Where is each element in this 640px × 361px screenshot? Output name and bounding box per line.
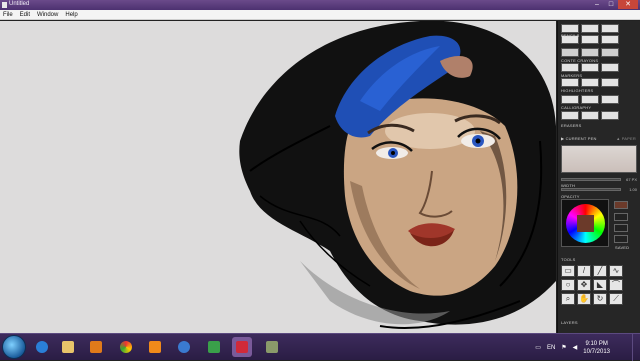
layers-label: LAYERS	[561, 320, 578, 325]
pencil-brush-2[interactable]	[581, 24, 599, 33]
width-slider[interactable]	[561, 178, 621, 181]
marker-brush-1[interactable]	[561, 63, 579, 72]
marker-brush-2[interactable]	[581, 63, 599, 72]
speaker-icon[interactable]: ◀	[573, 344, 578, 351]
maximize-button[interactable]: □	[604, 0, 618, 9]
saved-color-2[interactable]	[614, 213, 628, 221]
current-pen-tab[interactable]: ▶ CURRENT PEN	[561, 136, 597, 141]
app-icon	[2, 2, 7, 8]
tools-panel: PENCILS CONTE CRAYONS MARKERS HIGHLIGHTE…	[557, 21, 640, 333]
window-controls: – □ ✕	[590, 0, 638, 9]
pen-tool-icon[interactable]: /	[577, 265, 591, 277]
saved-color-3[interactable]	[614, 224, 628, 232]
portrait-painting	[239, 21, 556, 329]
close-button[interactable]: ✕	[618, 0, 638, 9]
vlc-icon[interactable]	[145, 337, 165, 357]
pencil-brush-1[interactable]	[561, 24, 579, 33]
conte-brush-2[interactable]	[581, 48, 599, 57]
title-bar: Untitled – □ ✕	[0, 0, 640, 10]
bucket-tool-icon[interactable]: ◣	[593, 279, 607, 291]
taskbar: ▭ EN ⚑ ◀ 9:10 PM 10/7/2013	[0, 333, 640, 361]
saved-color-4[interactable]	[614, 235, 628, 243]
calligraphy-brush-2[interactable]	[581, 95, 599, 104]
erasers-label: ERASERS	[561, 123, 582, 128]
move-tool-icon[interactable]: ✥	[577, 279, 591, 291]
paint-app-icon[interactable]	[262, 337, 282, 357]
color-picker[interactable]	[561, 199, 609, 247]
sketch-app-icon[interactable]	[232, 337, 252, 357]
pencils-label: PENCILS	[561, 33, 580, 38]
eyedropper-tool-icon[interactable]: ⟋	[609, 293, 623, 305]
opacity-slider[interactable]	[561, 188, 621, 191]
calligraphy-brush-1[interactable]	[561, 95, 579, 104]
pencil-brush-6[interactable]	[601, 35, 619, 44]
select-tool-icon[interactable]: ▭	[561, 265, 575, 277]
eraser-brush-2[interactable]	[581, 111, 599, 120]
eraser-brushes	[561, 111, 619, 120]
hand-tool-icon[interactable]: ✋	[577, 293, 591, 305]
explorer-icon[interactable]	[58, 337, 78, 357]
clock-time: 9:10 PM	[585, 340, 608, 347]
system-tray: ▭ EN ⚑ ◀ 9:10 PM 10/7/2013	[535, 334, 610, 361]
calligraphy-brush-3[interactable]	[601, 95, 619, 104]
clock[interactable]: 9:10 PM 10/7/2013	[583, 340, 610, 356]
menu-bar: File Edit Window Help	[0, 10, 640, 20]
show-desktop-button[interactable]	[632, 334, 640, 361]
conte-brushes	[561, 48, 619, 57]
menu-help[interactable]: Help	[62, 10, 81, 19]
eraser-brush-3[interactable]	[601, 111, 619, 120]
saved-color-1[interactable]	[614, 201, 628, 209]
zoom-tool-icon[interactable]: ⌕	[561, 293, 575, 305]
media-player-icon[interactable]	[86, 337, 106, 357]
highlighter-brushes	[561, 78, 619, 87]
color-wheel[interactable]	[566, 204, 605, 243]
opacity-value: 1.00	[629, 187, 637, 192]
smudge-tool-icon[interactable]: ∿	[609, 265, 623, 277]
flag-icon[interactable]: ⚑	[561, 344, 566, 351]
window-title: Untitled	[9, 1, 30, 7]
menu-edit[interactable]: Edit	[17, 10, 34, 19]
chrome-icon[interactable]	[116, 337, 136, 357]
current-color-swatch[interactable]	[577, 215, 594, 232]
conte-brush-3[interactable]	[601, 48, 619, 57]
minimize-button[interactable]: –	[590, 0, 604, 9]
eraser-brush-1[interactable]	[561, 111, 579, 120]
paper-tab[interactable]: ▲ PAPER	[616, 136, 636, 141]
conte-brush-1[interactable]	[561, 48, 579, 57]
highlighters-label: HIGHLIGHTERS	[561, 88, 594, 93]
saved-label: SAVED	[615, 245, 630, 250]
menu-file[interactable]: File	[0, 10, 17, 19]
pencil-brush-5[interactable]	[581, 35, 599, 44]
curve-tool-icon[interactable]: ⌒	[609, 279, 623, 291]
ie-icon[interactable]	[32, 337, 52, 357]
pencil-brushes	[561, 24, 619, 33]
tool-grid: ▭ / ╱ ∿ ○ ✥ ◣ ⌒ ⌕ ✋ ↻ ⟋	[561, 265, 623, 305]
line-tool-icon[interactable]: ╱	[593, 265, 607, 277]
drawing-canvas[interactable]	[0, 21, 556, 333]
highlighter-brush-2[interactable]	[581, 78, 599, 87]
calligraphy-brushes	[561, 95, 619, 104]
monitor-icon[interactable]: ▭	[535, 344, 541, 351]
highlighter-brush-1[interactable]	[561, 78, 579, 87]
pencil-brush-3[interactable]	[601, 24, 619, 33]
clock-date: 10/7/2013	[583, 348, 610, 355]
pen-preview	[561, 145, 637, 173]
network-icon[interactable]	[174, 337, 194, 357]
calligraphy-label: CALLIGRAPHY	[561, 105, 592, 110]
width-value: 67 PX	[626, 177, 637, 182]
rotate-tool-icon[interactable]: ↻	[593, 293, 607, 305]
ellipse-tool-icon[interactable]: ○	[561, 279, 575, 291]
highlighter-brush-3[interactable]	[601, 78, 619, 87]
marker-brush-3[interactable]	[601, 63, 619, 72]
tools-label: TOOLS	[561, 257, 576, 262]
language-indicator[interactable]: EN	[547, 345, 555, 351]
marker-brushes	[561, 63, 619, 72]
app-icon-green[interactable]	[204, 337, 224, 357]
start-button[interactable]	[2, 335, 26, 359]
menu-window[interactable]: Window	[34, 10, 62, 19]
